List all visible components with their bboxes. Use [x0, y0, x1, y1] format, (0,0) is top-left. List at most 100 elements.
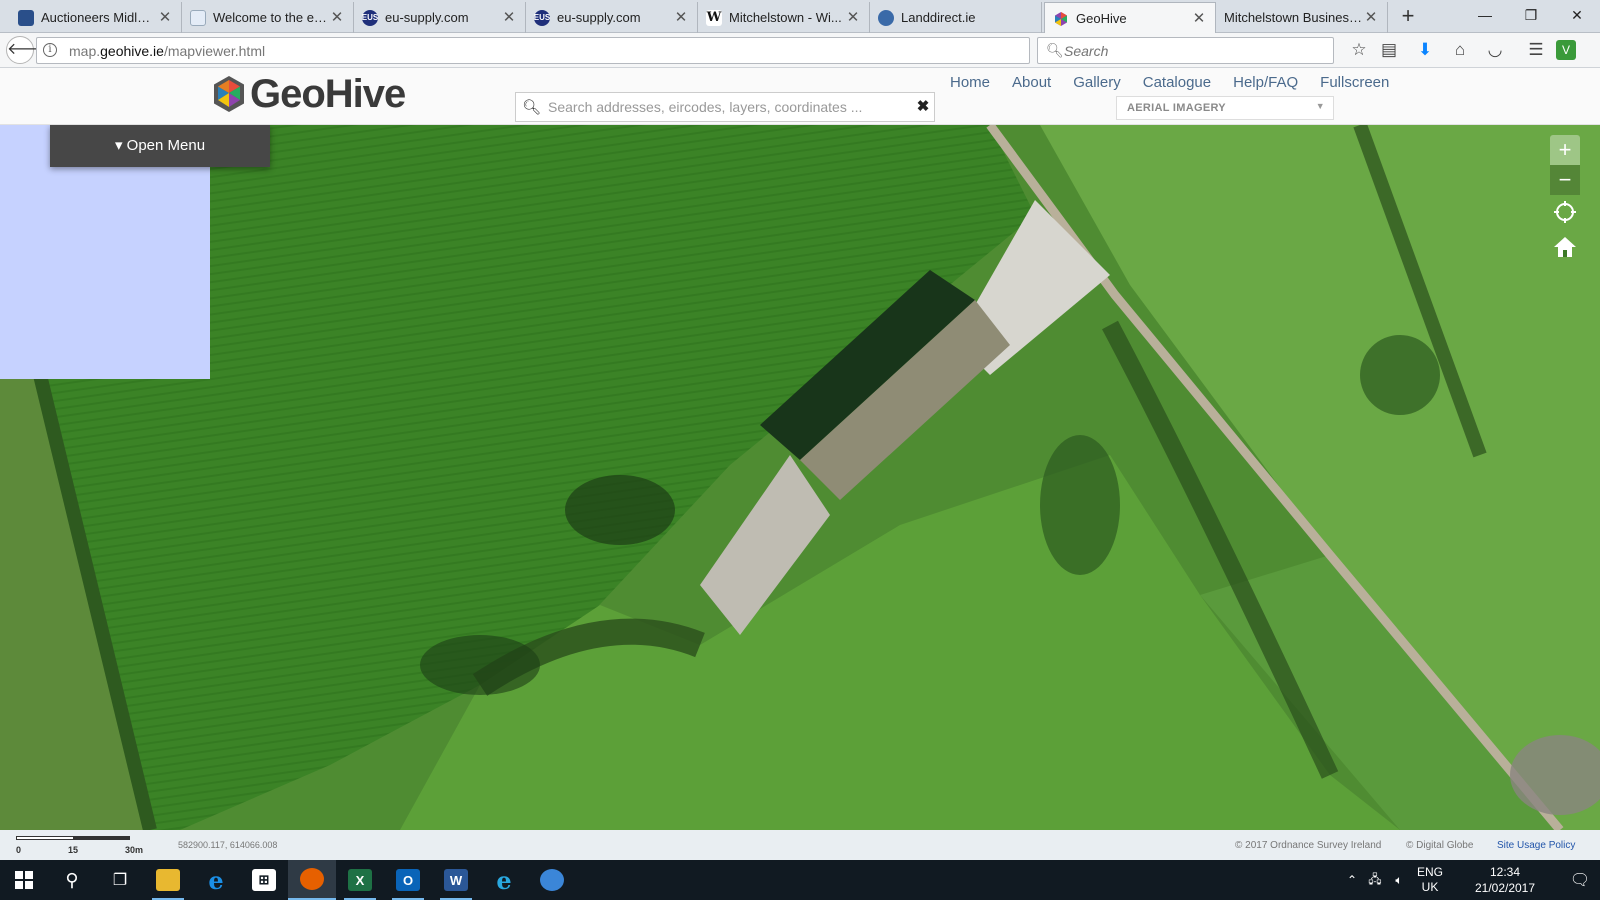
extension-icon[interactable]: V: [1556, 40, 1576, 60]
windows-taskbar: ⚲ ❐ e ⊞ X O W e ⌃ 🖧 🔈︎ ENG UK 12:34 21/0…: [0, 860, 1600, 900]
site-info-icon[interactable]: i: [43, 43, 57, 57]
home-extent-icon[interactable]: [1550, 235, 1580, 265]
tab-close-icon[interactable]: ✕: [157, 9, 173, 26]
clock[interactable]: 12:34 21/02/2017: [1465, 860, 1545, 900]
nav-gallery[interactable]: Gallery: [1073, 74, 1121, 91]
geohive-logo[interactable]: GeoHive: [212, 72, 406, 116]
url-text: map.geohive.ie/mapviewer.html: [69, 43, 265, 59]
keyboard-layout: UK: [1421, 880, 1439, 894]
tab-close-icon[interactable]: ✕: [1191, 10, 1207, 27]
caret-down-icon: ▾: [114, 137, 123, 154]
address-bar[interactable]: i map.geohive.ie/mapviewer.html ↻: [36, 37, 1058, 64]
browser-tab-strip: Auctioneers Midlet... ✕ Welcome to the e…: [0, 0, 1600, 34]
new-tab-button[interactable]: +: [1395, 4, 1421, 30]
eus-favicon-icon: EUS: [534, 9, 550, 26]
search-taskbar-button[interactable]: ⚲: [48, 860, 96, 900]
eus-favicon-icon: EUS: [362, 9, 378, 26]
site-usage-policy-link[interactable]: Site Usage Policy: [1497, 840, 1575, 851]
basemap-layer-value: AERIAL IMAGERY: [1127, 102, 1226, 114]
chevron-down-icon: ▼: [1315, 101, 1325, 111]
nav-catalogue[interactable]: Catalogue: [1143, 74, 1211, 91]
language-indicator[interactable]: ENG UK: [1410, 860, 1450, 900]
tab-close-icon[interactable]: ✕: [845, 9, 861, 26]
store-button[interactable]: ⊞: [240, 860, 288, 900]
geohive-nav: Home About Gallery Catalogue Help/FAQ Fu…: [950, 74, 1411, 91]
scale-label-0: 0: [16, 845, 22, 855]
nav-help-faq[interactable]: Help/FAQ: [1233, 74, 1298, 91]
browser-search-box[interactable]: 🔍︎: [1037, 37, 1334, 64]
url-prefix: map.: [69, 43, 101, 59]
geohive-search-box[interactable]: 🔍︎ ✖: [515, 92, 935, 122]
tab-etenders[interactable]: Welcome to the eT... ✕: [182, 2, 354, 33]
clock-date: 21/02/2017: [1474, 881, 1536, 895]
windows-logo-icon: [15, 871, 33, 889]
firefox-icon: [300, 868, 324, 890]
clock-time: 12:34: [1489, 865, 1521, 879]
tab-close-icon[interactable]: ✕: [673, 9, 689, 26]
download-icon[interactable]: ⬇: [1413, 38, 1437, 62]
auctioneers-favicon-icon: [18, 9, 34, 26]
globe-app-button[interactable]: [528, 860, 576, 900]
pocket-icon[interactable]: ◡: [1483, 38, 1507, 62]
nav-about[interactable]: About: [1012, 74, 1051, 91]
tab-wikipedia[interactable]: W Mitchelstown - Wi... ✕: [698, 2, 870, 33]
open-menu-button[interactable]: ▾ Open Menu: [50, 125, 270, 167]
scale-bar: [16, 836, 130, 840]
tab-eu-supply-2[interactable]: EUS eu-supply.com ✕: [526, 2, 698, 33]
excel-icon: X: [348, 869, 372, 891]
tab-title: GeoHive: [1076, 11, 1127, 26]
file-explorer-button[interactable]: [144, 860, 192, 900]
task-view-button[interactable]: ❐: [96, 860, 144, 900]
copyright-digital-globe: © Digital Globe: [1406, 840, 1474, 851]
show-hidden-icons-chevron-icon[interactable]: ⌃: [1342, 860, 1362, 900]
basemap-layer-select[interactable]: AERIAL IMAGERY ▼: [1116, 96, 1334, 120]
volume-icon[interactable]: 🔈︎: [1388, 860, 1410, 900]
internet-explorer-button[interactable]: e: [480, 860, 528, 900]
geohive-favicon-icon: [1053, 11, 1069, 27]
word-button[interactable]: W: [432, 860, 480, 900]
store-bag-icon: ⊞: [252, 869, 276, 891]
network-icon[interactable]: 🖧: [1364, 860, 1386, 900]
tab-close-icon[interactable]: ✕: [329, 9, 345, 26]
scale-label-30m: 30m: [125, 845, 144, 855]
tab-mitchelstown-business[interactable]: Mitchelstown Business... ✕: [1216, 2, 1388, 33]
outlook-button[interactable]: O: [384, 860, 432, 900]
bookmark-star-icon[interactable]: ☆: [1347, 38, 1371, 62]
excel-button[interactable]: X: [336, 860, 384, 900]
locate-icon[interactable]: [1550, 200, 1580, 230]
close-window-button[interactable]: ✕: [1554, 0, 1600, 30]
minimize-button[interactable]: —: [1462, 0, 1508, 30]
tab-close-icon[interactable]: ✕: [1363, 9, 1379, 26]
browser-search-input[interactable]: [1064, 41, 1324, 61]
zoom-in-button[interactable]: +: [1550, 135, 1580, 165]
geohive-search-input[interactable]: [548, 97, 898, 117]
reading-list-icon[interactable]: ▤: [1377, 38, 1401, 62]
map-footer: 0 15 30m 582900.117, 614066.008 © 2017 O…: [0, 830, 1600, 860]
nav-fullscreen[interactable]: Fullscreen: [1320, 74, 1389, 91]
scale-label-15: 15: [68, 845, 79, 855]
clear-search-icon[interactable]: ✖: [912, 93, 934, 121]
back-button[interactable]: 🡐: [6, 36, 50, 64]
home-icon[interactable]: ⌂: [1448, 38, 1472, 62]
edge-icon: e: [208, 865, 224, 895]
language-code: ENG: [1416, 865, 1443, 879]
aerial-map[interactable]: ▾ Open Menu + −: [0, 125, 1600, 830]
firefox-button[interactable]: [288, 860, 336, 900]
tab-geohive[interactable]: GeoHive ✕: [1044, 2, 1216, 34]
start-button[interactable]: [0, 860, 48, 900]
zoom-out-button[interactable]: −: [1550, 165, 1580, 195]
action-center-icon[interactable]: 🗨︎: [1560, 860, 1600, 900]
tab-title: Landdirect.ie: [901, 10, 976, 25]
tab-eu-supply-1[interactable]: EUS eu-supply.com ✕: [354, 2, 526, 33]
tab-auctioneers[interactable]: Auctioneers Midlet... ✕: [10, 2, 182, 33]
tab-landdirect[interactable]: Landdirect.ie: [870, 2, 1042, 33]
cursor-coordinates: 582900.117, 614066.008: [178, 840, 278, 850]
nav-home[interactable]: Home: [950, 74, 990, 91]
edge-button[interactable]: e: [192, 860, 240, 900]
hamburger-menu-icon[interactable]: ☰: [1524, 38, 1548, 62]
restore-button[interactable]: ❐: [1508, 0, 1554, 30]
tab-close-icon[interactable]: ✕: [501, 9, 517, 26]
globe-icon: [540, 869, 564, 891]
search-icon: ⚲: [65, 869, 79, 890]
internet-explorer-icon: e: [496, 865, 512, 895]
